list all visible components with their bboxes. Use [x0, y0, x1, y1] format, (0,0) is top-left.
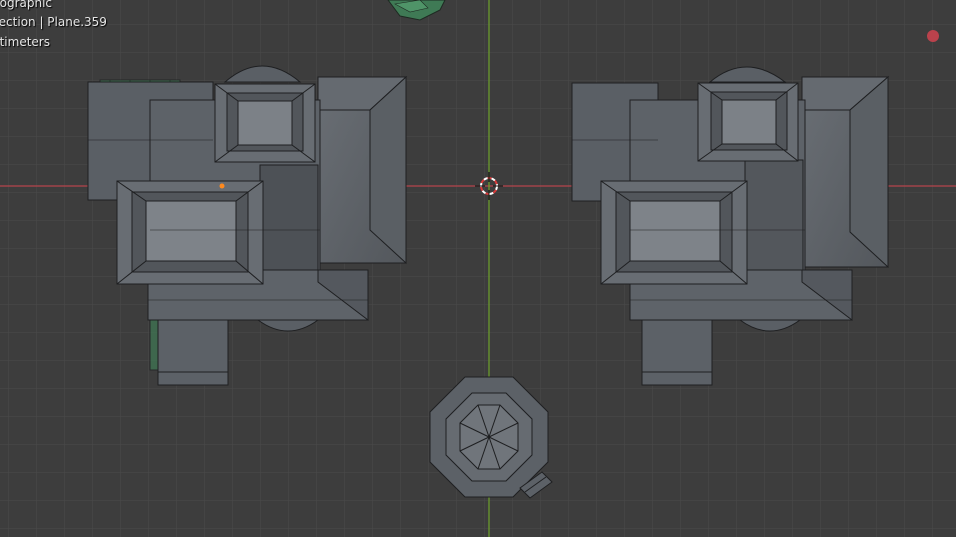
3d-viewport[interactable]: nographic llection | Plane.359 ntimeters	[0, 0, 956, 537]
record-dot-icon[interactable]	[927, 30, 939, 42]
origin-point	[219, 183, 225, 189]
viewport-canvas[interactable]	[0, 0, 956, 537]
units-label: ntimeters	[0, 35, 50, 49]
collection-object-label: llection | Plane.359	[0, 15, 107, 29]
view-mode-label: nographic	[0, 0, 53, 10]
